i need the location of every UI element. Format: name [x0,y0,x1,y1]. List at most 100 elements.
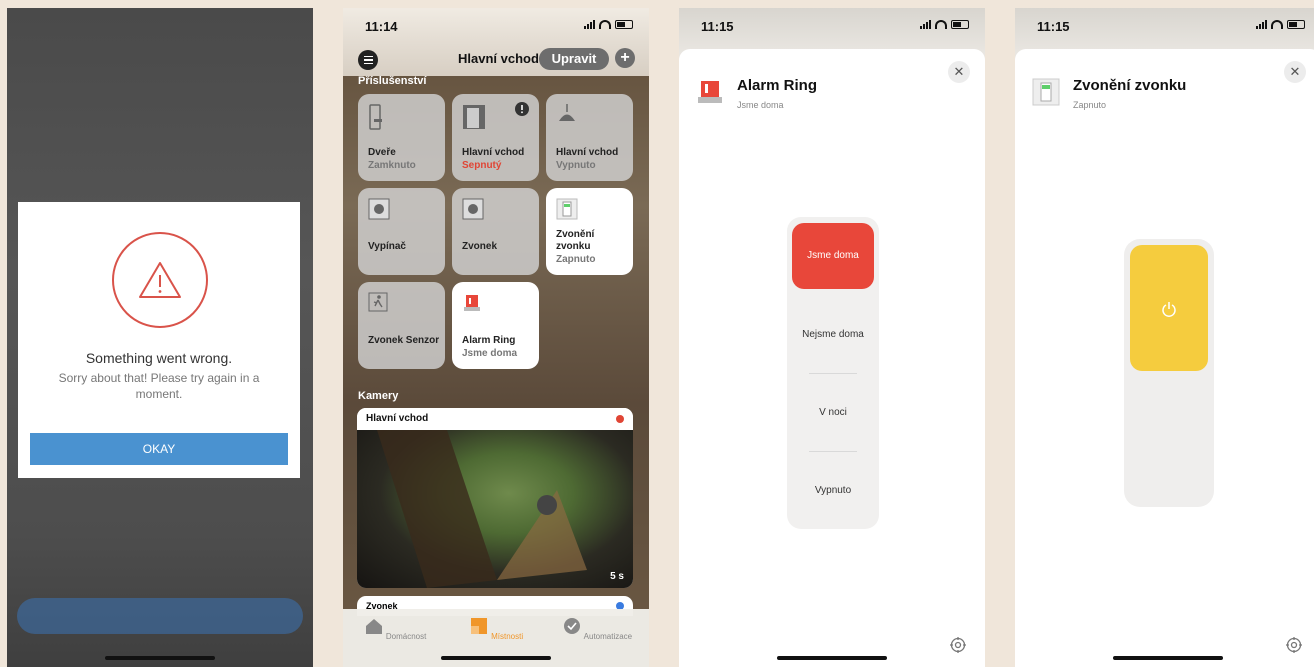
status-time: 11:14 [365,19,398,34]
chime-switch-icon [556,198,578,220]
home-room-screen: 11:14 Hlavní vchod Upravit + Příslušenst… [343,8,649,667]
settings-gear-icon[interactable] [949,636,967,654]
cameras-heading: Kamery [358,390,399,402]
list-menu-icon[interactable] [358,50,378,70]
blurred-background-button [17,598,303,634]
doorbell-icon [462,198,484,220]
status-bar: 11:15 [1015,8,1314,44]
status-bar: 11:14 [343,8,649,44]
mode-home[interactable]: Jsme doma [792,223,874,289]
siren-icon [464,295,480,311]
door-icon [463,105,485,129]
tab-label: Místnosti [491,632,524,641]
tile-state: Sepnutý [462,160,502,171]
status-icons [920,20,969,29]
status-time: 11:15 [1037,19,1070,34]
camera-timestamp: 5 s [610,571,624,582]
house-icon [365,619,382,634]
status-icons [1256,20,1305,29]
tile-doorbell-sensor[interactable]: Zvonek Senzor [358,282,445,369]
sheet-title: Zvonění zvonku [1073,77,1187,94]
tile-state: Zamknuto [368,160,416,171]
add-icon[interactable]: + [615,48,635,68]
error-title: Something went wrong. [85,350,233,366]
alert-badge-icon [515,102,529,116]
power-switch[interactable] [1124,239,1214,507]
tile-name: Hlavní vchod [462,147,525,158]
camera-header: Hlavní vchod [357,408,633,430]
warning-icon [112,232,208,328]
lock-icon [369,104,382,130]
tab-label: Automatizace [583,632,633,641]
rooms-icon [470,618,487,634]
tile-name: Hlavní vchod [556,147,619,158]
tile-state: Zapnuto [556,254,596,265]
doorbell-chime-screen: 11:15 Zvonění zvonku Zapnuto ✕ [1015,8,1314,667]
mode-night[interactable]: V noci [787,407,879,418]
camera-feed-image: 5 s [357,430,633,588]
camera-card-main-entrance[interactable]: Hlavní vchod 5 s [357,408,633,588]
divider [809,373,857,374]
tab-home[interactable]: Domácnost [345,617,445,641]
tile-doorbell[interactable]: Zvonek [452,188,539,275]
sheet-subtitle: Jsme doma [737,100,784,110]
mode-away[interactable]: Nejsme doma [787,329,879,340]
signal-icon [920,20,931,29]
sheet-subtitle: Zapnuto [1073,100,1107,110]
switch-icon [368,198,390,220]
tile-state: Jsme doma [462,348,518,359]
home-indicator[interactable] [441,656,551,660]
tile-switch[interactable]: Vypínač [358,188,445,275]
battery-icon [951,20,969,29]
alarm-screen: 11:15 Alarm Ring Jsme doma ✕ Jsme doma N… [679,8,985,667]
status-bar: 11:15 [679,8,985,44]
switch-on-fill [1130,245,1208,371]
home-indicator[interactable] [1113,656,1223,660]
tile-doorbell-chime[interactable]: Zvonění zvonku Zapnuto [546,188,633,275]
sheet-title: Alarm Ring [737,77,818,94]
tile-main-entrance-light[interactable]: Hlavní vchod Vypnuto [546,94,633,181]
battery-icon [615,20,633,29]
tile-state: Vypnuto [556,160,596,171]
battery-icon [1287,20,1305,29]
tile-main-entrance-door[interactable]: Hlavní vchod Sepnutý [452,94,539,181]
signal-icon [584,20,595,29]
tab-label: Domácnost [385,632,427,641]
mode-off[interactable]: Vypnuto [787,485,879,496]
motion-sensor-icon [368,292,388,312]
okay-button[interactable]: OKAY [30,433,288,465]
home-indicator[interactable] [105,656,215,660]
tile-name: Alarm Ring [462,335,516,346]
chime-switch-icon [1032,78,1060,106]
tab-rooms[interactable]: Místnosti [446,617,546,641]
home-indicator[interactable] [777,656,887,660]
tile-name: Zvonek Senzor [368,335,440,346]
error-dialog: Something went wrong. Sorry about that! … [18,202,300,478]
tile-name: Zvonek [462,241,498,252]
tile-alarm-ring[interactable]: Alarm Ring Jsme doma [452,282,539,369]
lamp-icon [559,104,575,121]
accessory-sheet: Zvonění zvonku Zapnuto ✕ [1015,49,1314,667]
wifi-icon [599,20,611,29]
close-icon[interactable]: ✕ [948,61,970,83]
divider [809,451,857,452]
accessories-heading: Příslušenství [358,75,427,87]
close-icon[interactable]: ✕ [1284,61,1306,83]
tile-name: Zvonění zvonku [556,229,595,252]
power-icon [1162,302,1176,317]
edit-button[interactable]: Upravit [539,48,609,70]
recording-dot-icon [616,415,624,423]
tile-name: Dveře [368,147,396,158]
error-screen: Something went wrong. Sorry about that! … [7,8,313,667]
siren-icon [698,81,722,103]
tile-door-lock[interactable]: Dveře Zamknuto [358,94,445,181]
signal-icon [1256,20,1267,29]
camera-name: Hlavní vchod [366,413,429,424]
tab-automation[interactable]: Automatizace [547,617,647,641]
security-mode-selector: Jsme doma Nejsme doma V noci Vypnuto [787,217,879,529]
wifi-icon [1271,20,1283,29]
automation-icon [563,618,580,634]
settings-gear-icon[interactable] [1285,636,1303,654]
room-title[interactable]: Hlavní vchod [458,51,539,66]
error-message: Sorry about that! Please try again in a … [58,371,260,401]
